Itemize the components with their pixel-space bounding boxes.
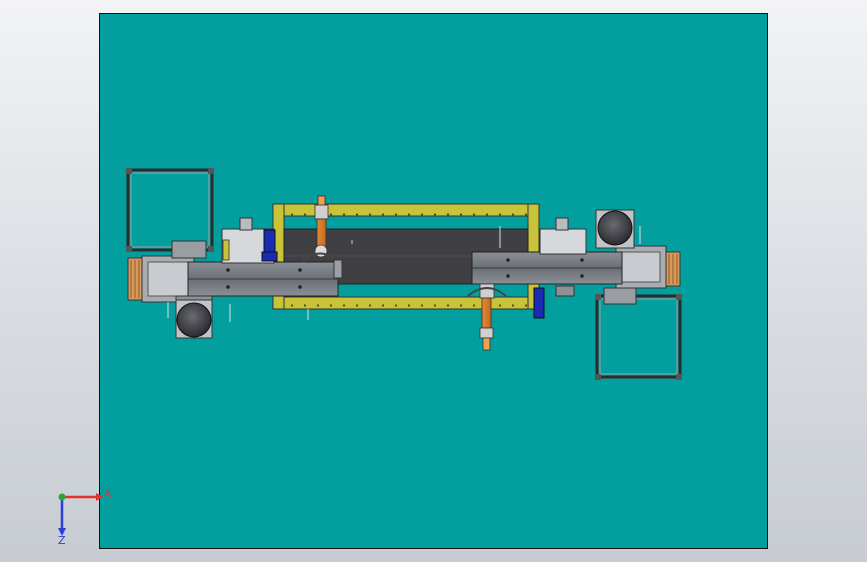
right-wheel[interactable] xyxy=(597,210,633,246)
triad-x-label: X xyxy=(104,487,112,500)
left-wheel[interactable] xyxy=(176,302,212,338)
cad-viewport[interactable]: X Z xyxy=(0,0,867,562)
triad-z-label: Z xyxy=(58,534,66,547)
